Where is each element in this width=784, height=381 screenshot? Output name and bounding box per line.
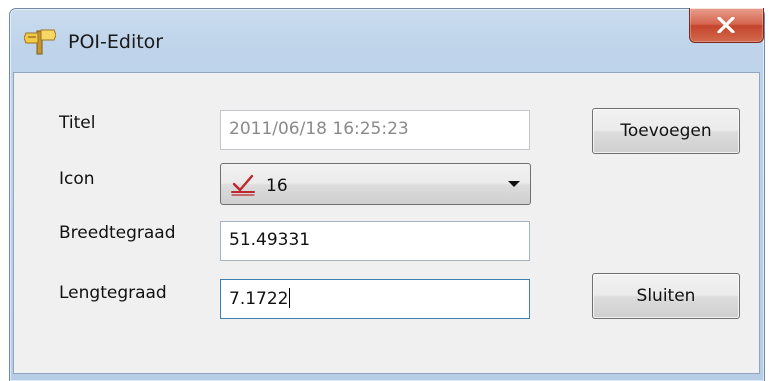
title-bar[interactable]: POI-Editor: [10, 8, 764, 72]
icon-select[interactable]: 16: [220, 163, 531, 205]
toevoegen-button[interactable]: Toevoegen: [592, 108, 740, 154]
poi-sign-icon: [23, 27, 57, 55]
breedtegraad-label: Breedtegraad: [59, 223, 176, 243]
text-cursor: [289, 288, 291, 308]
marker-check-icon: [230, 174, 256, 201]
breedtegraad-value: 51.49331: [229, 230, 311, 250]
icon-label: Icon: [59, 169, 95, 189]
lengtegraad-value: 7.1722: [229, 289, 289, 309]
sluiten-button[interactable]: Sluiten: [592, 273, 740, 319]
window-close-button[interactable]: [689, 8, 764, 43]
titel-label: Titel: [59, 113, 96, 133]
window-title: POI-Editor: [68, 31, 164, 53]
poi-editor-window: POI-Editor Titel 2011/06/18 16:25:23 Ico…: [9, 8, 765, 381]
close-icon: [717, 17, 735, 33]
icon-selected-value: 16: [266, 176, 288, 196]
titel-value: 2011/06/18 16:25:23: [229, 119, 409, 139]
titel-field: 2011/06/18 16:25:23: [220, 110, 530, 150]
lengtegraad-label: Lengtegraad: [59, 283, 167, 303]
breedtegraad-input[interactable]: 51.49331: [220, 221, 530, 261]
dialog-body: Titel 2011/06/18 16:25:23 Icon 16 Breedt…: [13, 72, 760, 374]
chevron-down-icon[interactable]: [508, 181, 520, 187]
lengtegraad-input[interactable]: 7.1722: [220, 279, 530, 319]
